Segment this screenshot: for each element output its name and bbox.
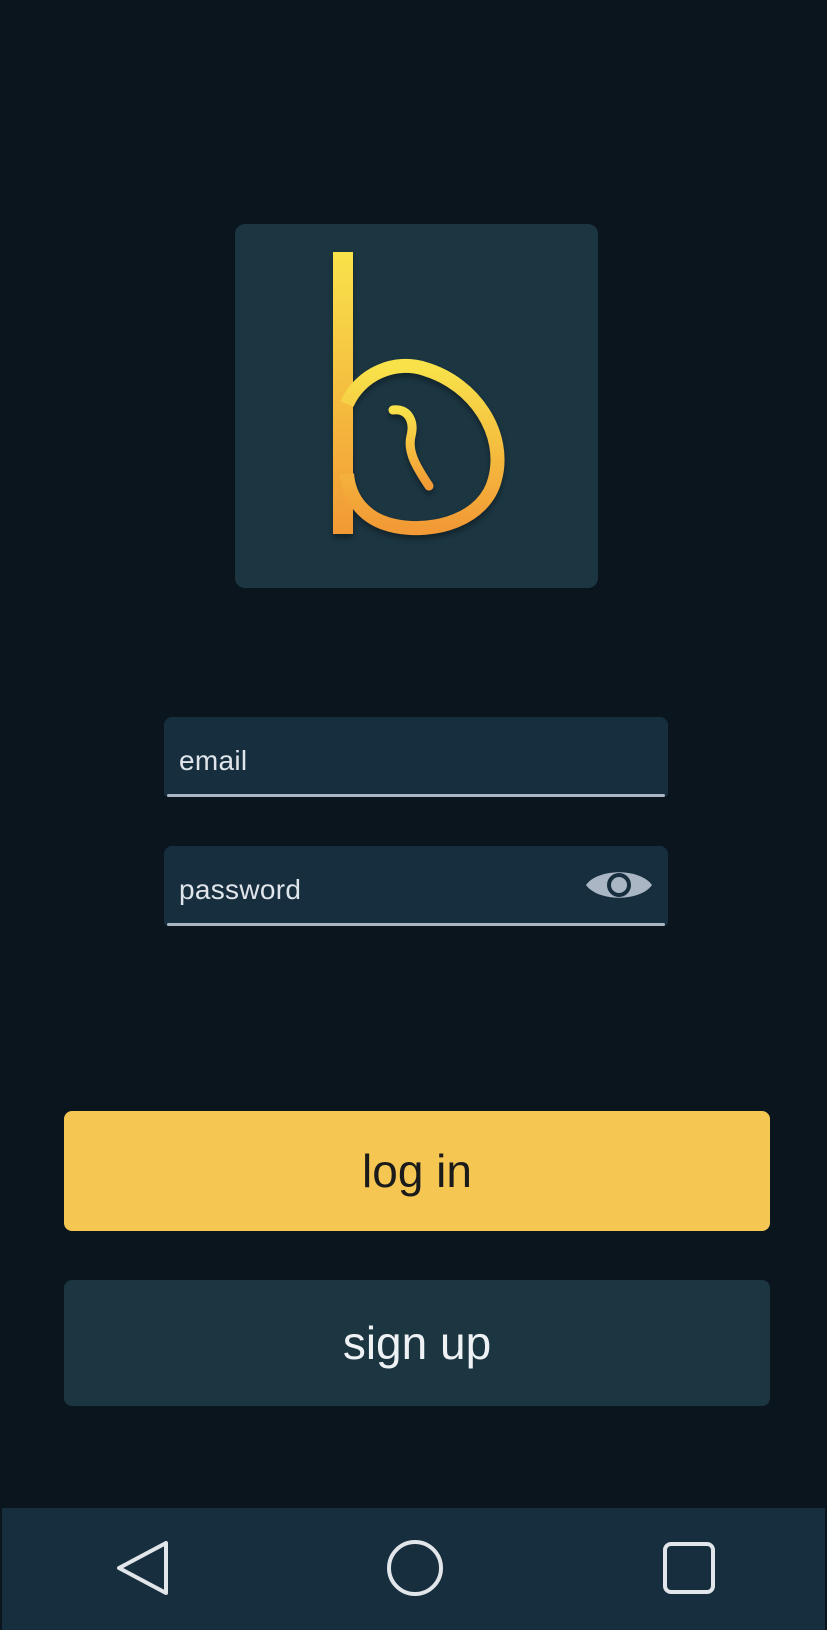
email-field[interactable]: email xyxy=(164,717,668,797)
back-button[interactable] xyxy=(104,1528,184,1608)
login-screen: email password log in sign up xyxy=(2,0,825,1630)
home-circle-icon xyxy=(387,1540,443,1596)
home-button[interactable] xyxy=(375,1528,455,1608)
system-navigation-bar xyxy=(2,1508,825,1630)
b-logo-icon xyxy=(333,252,505,536)
recent-apps-button[interactable] xyxy=(649,1528,729,1608)
signup-button[interactable]: sign up xyxy=(64,1280,770,1406)
login-button[interactable]: log in xyxy=(64,1111,770,1231)
email-placeholder: email xyxy=(179,745,248,776)
app-logo xyxy=(235,224,598,588)
back-triangle-icon xyxy=(117,1541,168,1595)
eye-icon[interactable] xyxy=(584,862,654,908)
recent-apps-square-icon xyxy=(663,1542,715,1594)
password-placeholder: password xyxy=(179,874,302,905)
password-field[interactable]: password xyxy=(164,846,668,926)
